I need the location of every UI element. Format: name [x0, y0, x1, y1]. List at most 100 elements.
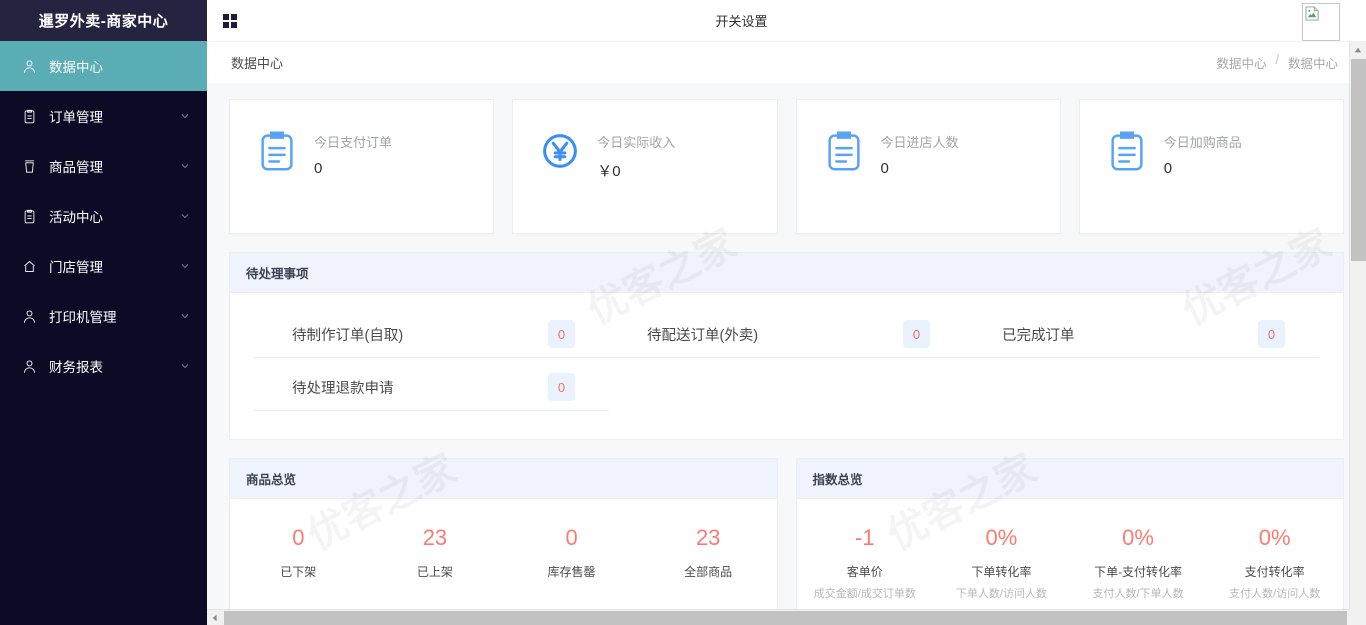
goods-overview-body: 0 已下架 23 已上架 0 库存售罄 23 全部商品: [230, 499, 777, 610]
stat-value: ￥0: [597, 163, 621, 180]
metric-value: 0%: [985, 525, 1018, 550]
goods-metric-all[interactable]: 23 全部商品: [640, 525, 777, 580]
pending-task-refund-requests[interactable]: 待处理退款申请 0: [254, 364, 609, 411]
metric-value: 23: [695, 525, 721, 550]
vertical-scrollbar-thumb[interactable]: [1351, 59, 1366, 261]
index-metric-pay-conversion[interactable]: 0% 支付转化率 支付人数/访问人数: [1206, 525, 1343, 601]
metric-label: 客单价: [846, 565, 883, 579]
yuan-circle-icon: [537, 128, 583, 174]
pending-tasks-panel: 待处理事项 待制作订单(自取) 0 待配送订单(外卖) 0 已完成订单 0 待处…: [229, 252, 1344, 440]
stat-label: 今日实际收入: [597, 135, 676, 150]
metric-label: 全部商品: [684, 565, 733, 579]
stat-card-actual-income[interactable]: 今日实际收入 ￥0: [512, 99, 778, 234]
pending-task-label: 待处理退款申请: [292, 380, 394, 397]
main-area: 开关设置 数据中心 数据中心 / 数据中心 今日支付订单 0 今日实际收入 ￥0…: [207, 0, 1366, 625]
pending-task-count[interactable]: 0: [902, 320, 930, 348]
cup-icon: [20, 157, 38, 175]
metric-value: 0: [565, 525, 578, 550]
stat-card-cart-additions[interactable]: 今日加购商品 0: [1078, 99, 1344, 234]
horizontal-scrollbar-thumb[interactable]: [224, 611, 1347, 625]
chevron-down-icon: [179, 260, 191, 272]
sidebar-item-goods-management[interactable]: 商品管理: [0, 141, 207, 191]
metric-formula: 下单人数/访问人数: [955, 588, 1047, 600]
scroll-left-arrow-icon[interactable]: [207, 610, 223, 625]
clipboard-icon: [1104, 128, 1150, 174]
avatar[interactable]: [1302, 3, 1340, 41]
pending-task-count[interactable]: 0: [1257, 320, 1285, 348]
goods-overview-col: 商品总览 0 已下架 23 已上架 0 库存售罄 23 全部商品: [229, 458, 778, 625]
stat-card-row: 今日支付订单 0 今日实际收入 ￥0 今日进店人数 0 今日加购商品 0: [229, 99, 1344, 234]
metric-formula: 支付人数/下单人数: [1092, 588, 1184, 600]
metric-label: 下单转化率: [971, 565, 1032, 579]
user-icon: [20, 357, 38, 375]
sidebar-item-label: 商品管理: [49, 160, 103, 175]
chevron-down-icon: [179, 110, 191, 122]
breadcrumb-item-root[interactable]: 数据中心: [1216, 53, 1266, 72]
metric-value: -1: [855, 525, 875, 550]
clipboard-icon: [254, 128, 300, 174]
pending-task-label: 待配送订单(外卖): [646, 327, 759, 344]
index-metric-order-conversion[interactable]: 0% 下单转化率 下单人数/访问人数: [933, 525, 1070, 601]
scroll-up-arrow-icon[interactable]: [1350, 41, 1366, 58]
overview-row: 商品总览 0 已下架 23 已上架 0 库存售罄 23 全部商品 指数总览 -1…: [229, 458, 1344, 625]
breadcrumb: 数据中心 数据中心 / 数据中心: [207, 41, 1366, 83]
pending-tasks-grid: 待制作订单(自取) 0 待配送订单(外卖) 0 已完成订单 0 待处理退款申请 …: [254, 311, 1319, 417]
pending-task-placeholder: [964, 364, 1319, 411]
metric-formula: 成交金额/成交订单数: [813, 588, 916, 600]
sidebar-item-data-center[interactable]: 数据中心: [0, 41, 207, 91]
grid-icon[interactable]: [223, 13, 237, 28]
sidebar-item-order-management[interactable]: 订单管理: [0, 91, 207, 141]
vertical-scrollbar[interactable]: [1349, 41, 1366, 625]
index-overview-body: -1 客单价 成交金额/成交订单数 0% 下单转化率 下单人数/访问人数 0%: [797, 499, 1344, 625]
topbar: 开关设置: [207, 0, 1366, 41]
page-title: 数据中心: [231, 56, 284, 71]
breadcrumb-trail: 数据中心 / 数据中心: [1216, 53, 1338, 72]
index-metric-order-to-pay-conversion[interactable]: 0% 下单-支付转化率 支付人数/下单人数: [1070, 525, 1207, 601]
sidebar-item-activity-center[interactable]: 活动中心: [0, 191, 207, 241]
user-icon: [20, 57, 38, 75]
pending-task-count[interactable]: 0: [547, 320, 575, 348]
goods-metric-soldout[interactable]: 0 库存售罄: [503, 525, 640, 580]
chevron-down-icon: [179, 160, 191, 172]
goods-overview-panel: 商品总览 0 已下架 23 已上架 0 库存售罄 23 全部商品: [229, 458, 778, 611]
metric-formula: 支付人数/访问人数: [1229, 588, 1321, 600]
horizontal-scrollbar[interactable]: [207, 609, 1349, 625]
sidebar: 暹罗外卖-商家中心 数据中心 订单管理 商品管理 活动中心 门店管理 打印机管理…: [0, 0, 207, 625]
pending-tasks-body: 待制作订单(自取) 0 待配送订单(外卖) 0 已完成订单 0 待处理退款申请 …: [230, 293, 1343, 439]
sidebar-item-label: 打印机管理: [49, 310, 117, 325]
app-root: 暹罗外卖-商家中心 数据中心 订单管理 商品管理 活动中心 门店管理 打印机管理…: [0, 0, 1366, 625]
stat-card-store-visitors[interactable]: 今日进店人数 0: [795, 99, 1061, 234]
goods-metric-offshelf[interactable]: 0 已下架: [230, 525, 367, 580]
pending-task-label: 已完成订单: [1001, 327, 1075, 344]
chevron-down-icon: [179, 310, 191, 322]
metric-label: 支付转化率: [1244, 565, 1305, 579]
chevron-down-icon: [179, 210, 191, 222]
sidebar-item-label: 订单管理: [49, 110, 103, 125]
stat-label: 今日加购商品: [1163, 135, 1242, 150]
pending-task-completed-orders[interactable]: 已完成订单 0: [963, 311, 1319, 358]
content-scroll-area: 今日支付订单 0 今日实际收入 ￥0 今日进店人数 0 今日加购商品 0 待处理…: [207, 83, 1366, 625]
stat-value: 0: [880, 160, 889, 177]
metric-label: 已上架: [416, 565, 453, 579]
stat-label: 今日进店人数: [880, 135, 959, 150]
sidebar-item-store-management[interactable]: 门店管理: [0, 241, 207, 291]
metric-value: 23: [422, 525, 448, 550]
user-icon: [20, 307, 38, 325]
home-icon: [20, 257, 38, 275]
index-overview-col: 指数总览 -1 客单价 成交金额/成交订单数 0% 下单转化率 下单人数/访问人…: [795, 458, 1344, 625]
pending-task-label: 待制作订单(自取): [292, 327, 404, 344]
goods-metric-onshelf[interactable]: 23 已上架: [367, 525, 504, 580]
metric-value: 0%: [1258, 525, 1291, 550]
sidebar-item-label: 数据中心: [49, 60, 103, 75]
stat-label: 今日支付订单: [314, 135, 393, 150]
pending-task-delivery-orders[interactable]: 待配送订单(外卖) 0: [608, 311, 964, 358]
sidebar-item-financial-report[interactable]: 财务报表: [0, 341, 207, 391]
pending-task-pickup-orders[interactable]: 待制作订单(自取) 0: [254, 311, 609, 358]
sidebar-item-printer-management[interactable]: 打印机管理: [0, 291, 207, 341]
stat-card-paid-orders[interactable]: 今日支付订单 0: [229, 99, 495, 234]
breadcrumb-item-current: 数据中心: [1287, 57, 1338, 71]
index-metric-avg-order-value[interactable]: -1 客单价 成交金额/成交订单数: [797, 525, 934, 601]
panel-title: 商品总览: [230, 459, 777, 499]
pending-task-count[interactable]: 0: [547, 373, 575, 401]
metric-value: 0%: [1122, 525, 1154, 550]
